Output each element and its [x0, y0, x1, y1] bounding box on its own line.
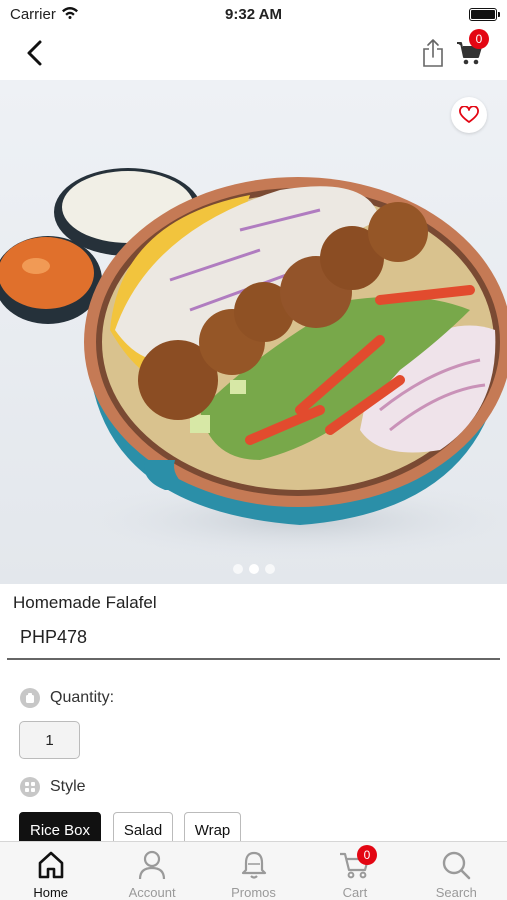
user-icon: [135, 848, 169, 882]
divider: [7, 658, 500, 660]
carrier-label: Carrier: [10, 5, 56, 23]
quantity-icon: [20, 688, 40, 708]
tab-bar: Home Account Promos 0 Cart Search: [0, 841, 507, 900]
share-icon: [423, 39, 443, 67]
home-icon: [34, 848, 68, 882]
nav-bar: 0: [0, 28, 507, 78]
carousel-dots: [0, 564, 507, 574]
style-label-row: Style: [20, 777, 86, 797]
battery-icon: [469, 7, 500, 21]
product-price: PHP478: [20, 627, 88, 647]
style-label: Style: [50, 778, 86, 795]
tab-label: Promos: [231, 885, 276, 900]
carousel-dot[interactable]: [232, 564, 243, 574]
tab-search[interactable]: Search: [406, 842, 507, 900]
product-image: [0, 168, 507, 560]
quantity-input[interactable]: 1: [19, 721, 80, 759]
cart-icon: 0: [338, 845, 377, 882]
grid-icon: [20, 777, 40, 797]
tab-account[interactable]: Account: [101, 842, 202, 900]
tab-label: Cart: [342, 885, 368, 900]
nav-cart-button[interactable]: 0: [452, 29, 489, 70]
tab-label: Home: [33, 885, 69, 900]
product-name: Homemade Falafel: [13, 593, 157, 612]
tab-label: Search: [435, 885, 477, 900]
bell-icon: [237, 848, 271, 882]
quantity-label: Quantity:: [50, 689, 115, 706]
share-button[interactable]: [418, 36, 448, 70]
cart-count-badge: 0: [469, 29, 489, 49]
back-button[interactable]: [18, 36, 52, 70]
tab-label: Account: [128, 885, 176, 900]
tab-cart[interactable]: 0 Cart: [304, 842, 405, 900]
status-bar: Carrier 9:32 AM: [0, 0, 507, 28]
back-arrow-icon: [27, 40, 42, 66]
wifi-icon: [61, 6, 79, 23]
cart-tab-badge: 0: [356, 845, 377, 865]
heart-icon: [459, 106, 479, 123]
carousel-dot[interactable]: [264, 564, 275, 574]
search-icon: [439, 848, 473, 882]
status-left: Carrier: [10, 6, 79, 23]
tab-home[interactable]: Home: [0, 842, 101, 900]
product-image-carousel[interactable]: [0, 80, 507, 584]
quantity-label-row: Quantity:: [20, 688, 114, 708]
carousel-dot[interactable]: [248, 564, 259, 574]
tab-promos[interactable]: Promos: [203, 842, 304, 900]
favorite-button[interactable]: [451, 97, 487, 133]
